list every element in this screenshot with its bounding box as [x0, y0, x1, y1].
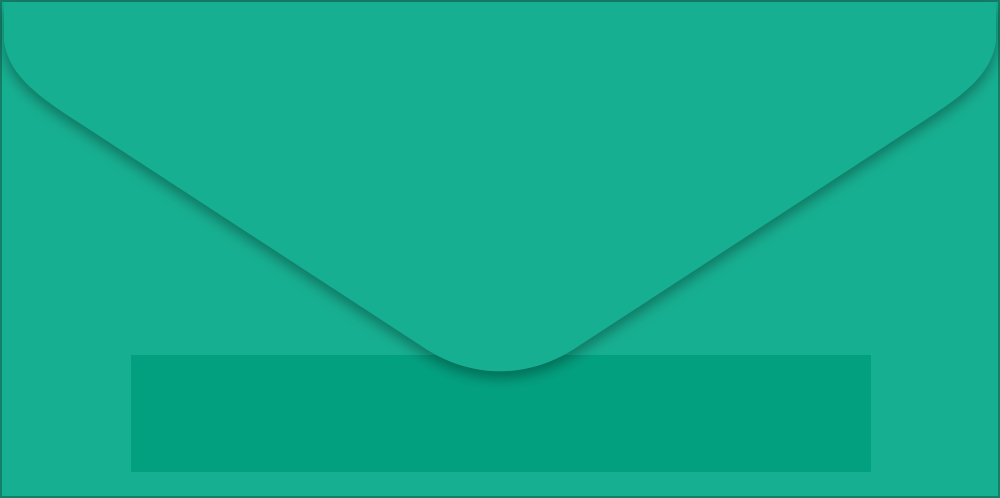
envelope-flap	[4, 2, 996, 372]
envelope-flap-icon	[4, 2, 996, 372]
envelope-scene	[0, 0, 1000, 498]
